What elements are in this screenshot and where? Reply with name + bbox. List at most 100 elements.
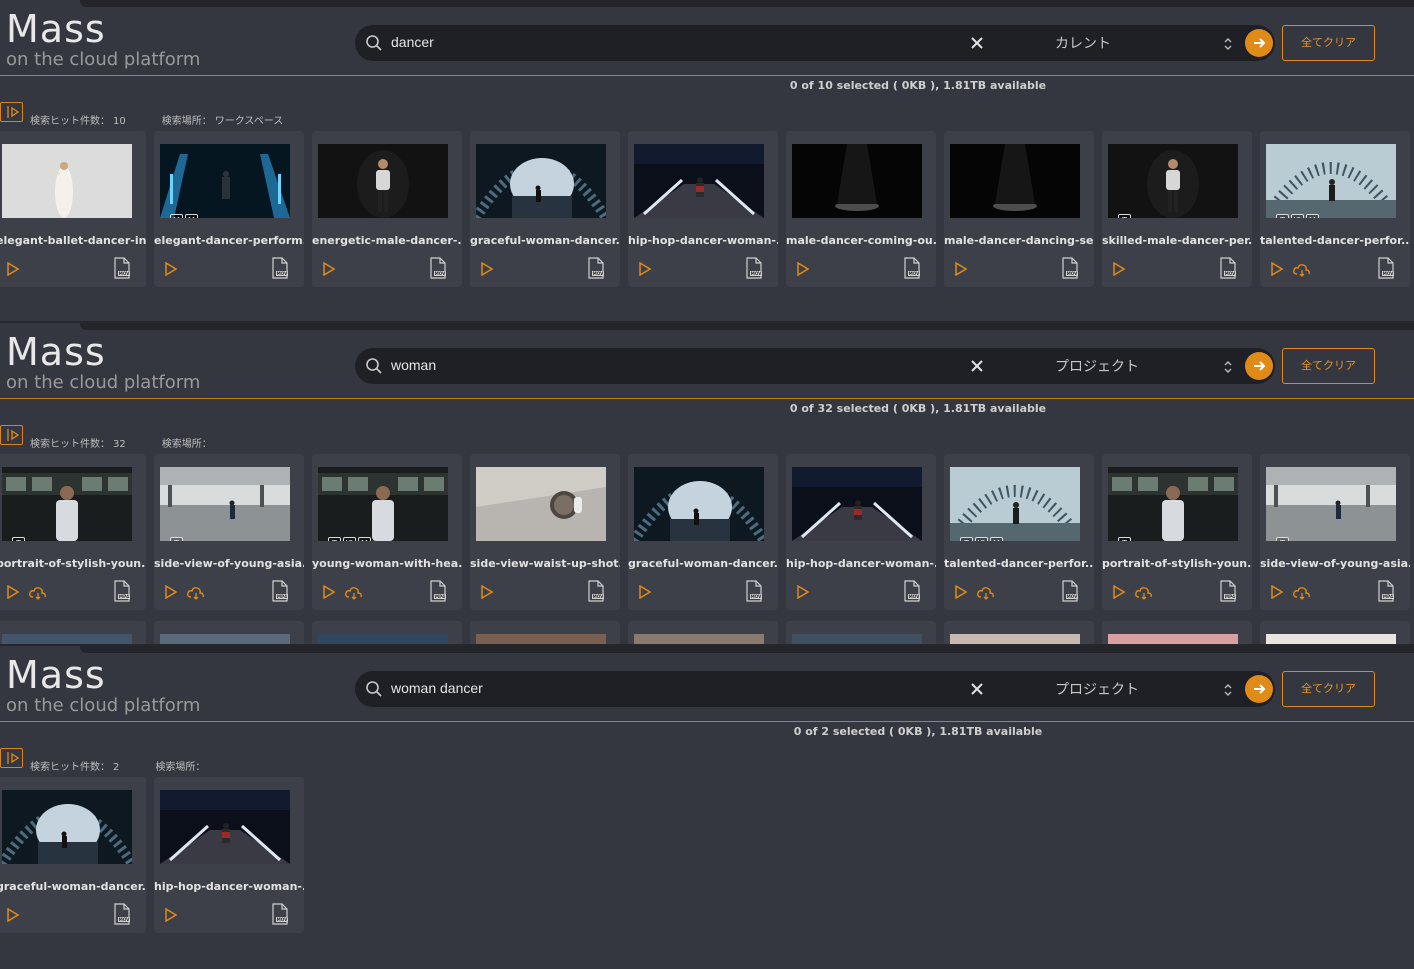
asset-thumbnail[interactable]: T bbox=[1266, 467, 1396, 541]
asset-card[interactable]: graceful-woman-dancer... MOV bbox=[0, 777, 146, 933]
asset-card[interactable]: Tskilled-male-dancer-per... MOV bbox=[1102, 131, 1252, 287]
file-type-label: MOV bbox=[909, 271, 921, 276]
play-icon[interactable] bbox=[480, 584, 494, 600]
asset-card[interactable]: MMelegant-dancer-perform...MOV bbox=[154, 131, 304, 287]
play-icon[interactable] bbox=[954, 261, 968, 277]
play-icon[interactable] bbox=[1270, 584, 1284, 600]
asset-name: side-view-of-young-asia... bbox=[154, 557, 304, 570]
asset-thumbnail[interactable] bbox=[2, 144, 132, 218]
play-icon[interactable] bbox=[1270, 261, 1284, 277]
asset-thumbnail[interactable]: MM bbox=[160, 144, 290, 218]
play-icon[interactable] bbox=[164, 584, 178, 600]
play-icon[interactable] bbox=[6, 584, 20, 600]
asset-thumbnail[interactable] bbox=[318, 144, 448, 218]
search-go-button[interactable] bbox=[1245, 352, 1273, 380]
header-divider bbox=[0, 75, 1414, 76]
clear-all-button[interactable]: 全てクリア bbox=[1282, 348, 1375, 384]
asset-card[interactable]: male-dancer-dancing-se... MOV bbox=[944, 131, 1094, 287]
asset-thumbnail[interactable] bbox=[2, 790, 132, 864]
sidebar-toggle-button[interactable] bbox=[0, 748, 23, 768]
asset-thumbnail[interactable] bbox=[950, 144, 1080, 218]
asset-thumbnail[interactable] bbox=[476, 467, 606, 541]
cloud-sync-icon[interactable] bbox=[977, 585, 995, 600]
app-logo: Mass on the cloud platform bbox=[6, 654, 266, 716]
asset-card[interactable]: Tportrait-of-stylish-youn... MP4 bbox=[0, 454, 146, 610]
asset-card[interactable]: Tside-view-of-young-asia... MP4 bbox=[1260, 454, 1410, 610]
asset-thumbnail[interactable]: T bbox=[1108, 144, 1238, 218]
asset-thumbnail[interactable] bbox=[634, 144, 764, 218]
asset-card[interactable]: side-view-waist-up-shot... MOV bbox=[470, 454, 620, 610]
sidebar-toggle-button[interactable] bbox=[0, 425, 23, 445]
asset-card[interactable]: Tside-view-of-young-asia... MP4 bbox=[154, 454, 304, 610]
asset-card[interactable]: TIOMyoung-woman-with-hea...MP4 bbox=[312, 454, 462, 610]
sidebar-toggle-button[interactable] bbox=[0, 102, 23, 122]
asset-thumbnail[interactable]: T bbox=[1108, 467, 1238, 541]
asset-card[interactable]: hip-hop-dancer-woman-... MOV bbox=[628, 131, 778, 287]
play-icon[interactable] bbox=[322, 261, 336, 277]
selection-status: 0 of 32 selected ( 0KB ), 1.81TB availab… bbox=[789, 402, 1047, 415]
asset-card[interactable]: TIOMtalented-dancer-perfor...MOV bbox=[944, 454, 1094, 610]
asset-thumbnail[interactable] bbox=[160, 790, 290, 864]
play-icon[interactable] bbox=[164, 261, 178, 277]
asset-thumbnail[interactable]: T bbox=[160, 467, 290, 541]
file-type-icon: MOV bbox=[585, 580, 607, 602]
play-icon[interactable] bbox=[6, 261, 20, 277]
search-go-button[interactable] bbox=[1245, 29, 1273, 57]
asset-card[interactable]: TIOMtalented-dancer-perfor...MOV bbox=[1260, 131, 1410, 287]
asset-thumbnail[interactable]: TIOM bbox=[950, 467, 1080, 541]
clear-all-button[interactable]: 全てクリア bbox=[1282, 25, 1375, 61]
asset-card[interactable]: male-dancer-coming-ou... MOV bbox=[786, 131, 936, 287]
asset-thumbnail[interactable]: TIOM bbox=[1266, 144, 1396, 218]
play-icon[interactable] bbox=[796, 261, 810, 277]
asset-card[interactable]: elegant-ballet-dancer-in... MOV bbox=[0, 131, 146, 287]
cloud-sync-icon[interactable] bbox=[1135, 585, 1153, 600]
hit-count: 検索ヒット件数： 32 bbox=[30, 439, 144, 450]
asset-name: young-woman-with-hea... bbox=[312, 557, 462, 570]
search-input[interactable]: dancer bbox=[391, 34, 951, 50]
play-icon[interactable] bbox=[322, 584, 336, 600]
asset-thumbnail[interactable] bbox=[634, 467, 764, 541]
asset-thumbnail[interactable] bbox=[792, 467, 922, 541]
asset-card[interactable]: energetic-male-dancer-... MOV bbox=[312, 131, 462, 287]
badge-m-icon: M bbox=[358, 537, 371, 541]
asset-card[interactable]: graceful-woman-dancer... MOV bbox=[628, 454, 778, 610]
search-go-button[interactable] bbox=[1245, 675, 1273, 703]
play-icon[interactable] bbox=[1112, 584, 1126, 600]
clear-search-icon[interactable] bbox=[969, 358, 985, 374]
play-icon[interactable] bbox=[954, 584, 968, 600]
cloud-sync-icon[interactable] bbox=[345, 585, 363, 600]
cloud-sync-icon[interactable] bbox=[187, 585, 205, 600]
play-icon[interactable] bbox=[480, 261, 494, 277]
asset-card[interactable]: Tportrait-of-stylish-youn... MP4 bbox=[1102, 454, 1252, 610]
hit-count-label: 検索ヒット件数： bbox=[30, 116, 110, 127]
file-type-icon: MOV bbox=[1375, 257, 1397, 279]
play-icon[interactable] bbox=[638, 261, 652, 277]
clear-search-icon[interactable] bbox=[969, 681, 985, 697]
search-input[interactable]: woman bbox=[391, 357, 951, 373]
updown-chevron-icon bbox=[1223, 359, 1233, 373]
asset-card-partial bbox=[470, 621, 620, 646]
search-input[interactable]: woman dancer bbox=[391, 680, 951, 696]
asset-card[interactable]: graceful-woman-dancer... MOV bbox=[470, 131, 620, 287]
asset-thumbnail[interactable]: TIOM bbox=[318, 467, 448, 541]
cloud-sync-icon[interactable] bbox=[1293, 585, 1311, 600]
play-icon[interactable] bbox=[164, 907, 178, 923]
asset-card[interactable]: hip-hop-dancer-woman-... MOV bbox=[154, 777, 304, 933]
asset-card-partial bbox=[0, 621, 146, 646]
clear-search-icon[interactable] bbox=[969, 35, 985, 51]
cloud-sync-icon[interactable] bbox=[29, 585, 47, 600]
asset-card-partial bbox=[786, 621, 936, 646]
asset-thumbnail[interactable]: T bbox=[2, 467, 132, 541]
cloud-sync-icon[interactable] bbox=[1293, 262, 1311, 277]
asset-name: graceful-woman-dancer... bbox=[470, 234, 620, 247]
asset-thumbnail[interactable] bbox=[792, 144, 922, 218]
play-icon[interactable] bbox=[638, 584, 652, 600]
asset-thumbnail[interactable] bbox=[476, 144, 606, 218]
logo-title: Mass bbox=[6, 653, 106, 697]
badge-t-icon: T bbox=[12, 537, 25, 541]
play-icon[interactable] bbox=[6, 907, 20, 923]
clear-all-button[interactable]: 全てクリア bbox=[1282, 671, 1375, 707]
play-icon[interactable] bbox=[1112, 261, 1126, 277]
play-icon[interactable] bbox=[796, 584, 810, 600]
asset-card[interactable]: hip-hop-dancer-woman-... MOV bbox=[786, 454, 936, 610]
